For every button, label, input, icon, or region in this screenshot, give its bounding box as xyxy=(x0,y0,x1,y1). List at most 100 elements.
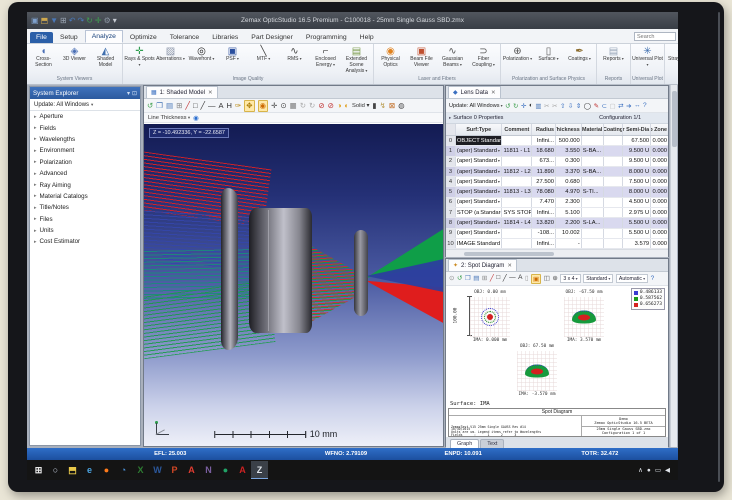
taskbar-app-icon[interactable]: W xyxy=(149,461,166,479)
search-input[interactable] xyxy=(634,32,676,41)
qat-icon[interactable]: ⬒ xyxy=(41,17,49,25)
pattern-dropdown[interactable]: Standard xyxy=(583,274,613,283)
menu-tab[interactable]: Help xyxy=(354,32,380,43)
surf-type-cell[interactable]: IMAGEStandard xyxy=(456,239,503,248)
taskbar-app-icon[interactable]: ● xyxy=(217,461,234,479)
surface-properties-label[interactable]: Surface 0 Properties xyxy=(453,115,503,121)
explorer-tree-item[interactable]: Files xyxy=(30,214,140,225)
toolbar-icon[interactable]: — xyxy=(509,274,516,284)
taskbar-app-icon[interactable]: ○ xyxy=(47,461,64,479)
toolbar-icon[interactable]: ⇧ xyxy=(560,102,565,110)
toolbar-icon[interactable]: ✑ xyxy=(235,101,241,111)
taskbar-app-icon[interactable]: A xyxy=(234,461,251,479)
toolbar-icon[interactable]: ↯ xyxy=(380,101,386,111)
toolbar-icon[interactable]: ⊙ xyxy=(280,101,286,111)
toolbar-icon[interactable]: ◯ xyxy=(584,102,591,110)
explorer-tree-item[interactable]: Environment xyxy=(30,145,140,156)
toolbar-icon[interactable]: ▦ xyxy=(290,101,297,111)
taskbar-app-icon[interactable]: P xyxy=(166,461,183,479)
toolbar-icon[interactable]: ◫ xyxy=(544,274,550,284)
panel-option-icon[interactable]: ▾ xyxy=(127,91,130,97)
ribbon-button[interactable]: ✳Universal Plot xyxy=(632,45,663,69)
toolbar-icon[interactable]: Solid ▾ xyxy=(352,101,369,111)
toolbar-icon[interactable]: ↻ xyxy=(513,102,518,110)
explorer-tree-item[interactable]: Aperture xyxy=(30,111,140,122)
qat-icon[interactable]: ▼ xyxy=(50,17,58,25)
taskbar-app-icon[interactable]: Z xyxy=(251,461,268,479)
ribbon-button[interactable]: ◎Wavefront xyxy=(186,45,217,63)
menu-tab[interactable]: Libraries xyxy=(206,32,244,43)
toolbar-icon[interactable]: ⊂ xyxy=(602,102,607,110)
toolbar-icon[interactable]: ▢ xyxy=(609,102,615,110)
qat-icon[interactable]: ⚙ xyxy=(104,17,111,25)
ribbon-button[interactable]: ▨Aberrations xyxy=(155,45,186,63)
lens-table-row[interactable]: 2 (aper)Standard 673... 0.300 9.500 U 0.… xyxy=(446,157,668,167)
update-dropdown[interactable]: Update: All Windows xyxy=(449,103,503,109)
scrollbar-thumb[interactable] xyxy=(464,252,554,257)
lens-table-row[interactable]: 1 (aper)Standard 11811 - L1 18.680 3.550… xyxy=(446,146,668,156)
toolbar-icon[interactable]: ▣ xyxy=(531,274,541,284)
explorer-tree-item[interactable]: Material Catalogs xyxy=(30,191,140,202)
toolbar-icon[interactable]: ❐ xyxy=(156,101,163,111)
toolbar-icon[interactable]: ▮ xyxy=(372,101,376,111)
toolbar-icon[interactable]: □ xyxy=(193,101,198,111)
toolbar-icon[interactable]: ╱ xyxy=(503,274,507,284)
surf-type-cell[interactable]: (aper)Standard xyxy=(456,167,503,176)
tab-shaded-model[interactable]: ▦ 1: Shaded Model ✕ xyxy=(146,86,218,98)
toolbar-icon[interactable]: ↻ xyxy=(300,101,306,111)
toolbar-icon[interactable]: ⊠ xyxy=(389,101,395,111)
ribbon-button[interactable]: ⌐Enclosed Energy xyxy=(310,45,341,69)
toolbar-icon[interactable]: ✂ xyxy=(552,102,557,110)
toolbar-icon[interactable]: ⊘ xyxy=(328,101,334,111)
taskbar-app-icon[interactable]: ◔ xyxy=(115,461,132,479)
toolbar-icon[interactable]: ⊕ xyxy=(552,274,557,284)
ribbon-button[interactable]: ▣Beam File Viewer xyxy=(406,45,437,69)
lens-table-row[interactable]: 0 OBJECTStandard Infini... 500.000 67.50… xyxy=(446,136,668,146)
tray-icon[interactable]: ● xyxy=(647,467,651,474)
toolbar-icon[interactable]: ✎ xyxy=(594,102,599,110)
tab-spot-diagram[interactable]: ✦ 2: Spot Diagram ✕ xyxy=(448,259,517,271)
qat-icon[interactable]: ✛ xyxy=(95,17,102,25)
toolbar-icon[interactable]: ↺ xyxy=(147,101,153,111)
horizontal-scrollbar[interactable] xyxy=(446,249,668,257)
taskbar-app-icon[interactable]: N xyxy=(200,461,217,479)
surf-type-cell[interactable]: STOP (aStandard xyxy=(456,208,503,217)
panel-option-icon[interactable]: ⊡ xyxy=(132,91,137,97)
expand-icon[interactable]: ▸ xyxy=(449,115,451,121)
toolbar-icon[interactable]: ◍ xyxy=(398,101,405,111)
lens-table-row[interactable]: 4 (aper)Standard 27.500 0.680 7.500 U 0.… xyxy=(446,177,668,187)
surf-type-cell[interactable]: (aper)Standard xyxy=(456,157,503,166)
taskbar-app-icon[interactable]: e xyxy=(81,461,98,479)
toolbar-icon[interactable]: ◉ xyxy=(258,100,269,112)
ribbon-button[interactable]: ▤Reports xyxy=(598,45,629,63)
menu-tab[interactable]: Tolerance xyxy=(164,32,205,43)
toolbar-icon[interactable]: ▤ xyxy=(473,274,479,284)
toolbar-icon[interactable]: ⊘ xyxy=(318,101,324,111)
toolbar-icon[interactable]: ? xyxy=(643,102,647,110)
ribbon-button[interactable]: ╲MTF xyxy=(248,45,279,63)
ribbon-button[interactable]: ⊕Polarization xyxy=(502,45,533,63)
explorer-tree-item[interactable]: Polarization xyxy=(30,157,140,168)
grid-layout-dropdown[interactable]: 3 x 4 xyxy=(560,274,580,283)
close-icon[interactable]: ✕ xyxy=(491,90,496,96)
close-icon[interactable]: ✕ xyxy=(208,90,213,96)
taskbar-app-icon[interactable]: ● xyxy=(98,461,115,479)
taskbar-app-icon[interactable]: ⊞ xyxy=(30,461,47,479)
toolbar-icon[interactable]: ↻ xyxy=(309,101,315,111)
toolbar-icon[interactable]: ↔ xyxy=(634,102,641,110)
lens-table-row[interactable]: 5 (aper)Standard 11813 - L3 78.080 4.970… xyxy=(446,187,668,197)
surf-type-cell[interactable]: (aper)Standard xyxy=(456,218,503,227)
menu-tab[interactable]: File xyxy=(30,32,53,43)
toolbar-icon[interactable]: ⇩ xyxy=(568,102,573,110)
qat-icon[interactable]: ⊞ xyxy=(60,17,67,25)
taskbar-app-icon[interactable]: A xyxy=(183,461,200,479)
close-icon[interactable]: ✕ xyxy=(507,263,512,269)
scrollbar-thumb[interactable] xyxy=(672,91,677,147)
ribbon-button[interactable]: ◉Physical Optics xyxy=(375,45,406,69)
ribbon-button[interactable]: ▯Surface xyxy=(533,45,564,63)
ribbon-button[interactable]: ▣PSF xyxy=(217,45,248,63)
toolbar-icon[interactable]: ✂ xyxy=(544,102,549,110)
surf-type-cell[interactable]: (aper)Standard xyxy=(456,198,503,207)
ribbon-button[interactable]: ✛Rays & Spots xyxy=(124,45,155,69)
toolbar-icon[interactable]: ⊞ xyxy=(176,101,182,111)
